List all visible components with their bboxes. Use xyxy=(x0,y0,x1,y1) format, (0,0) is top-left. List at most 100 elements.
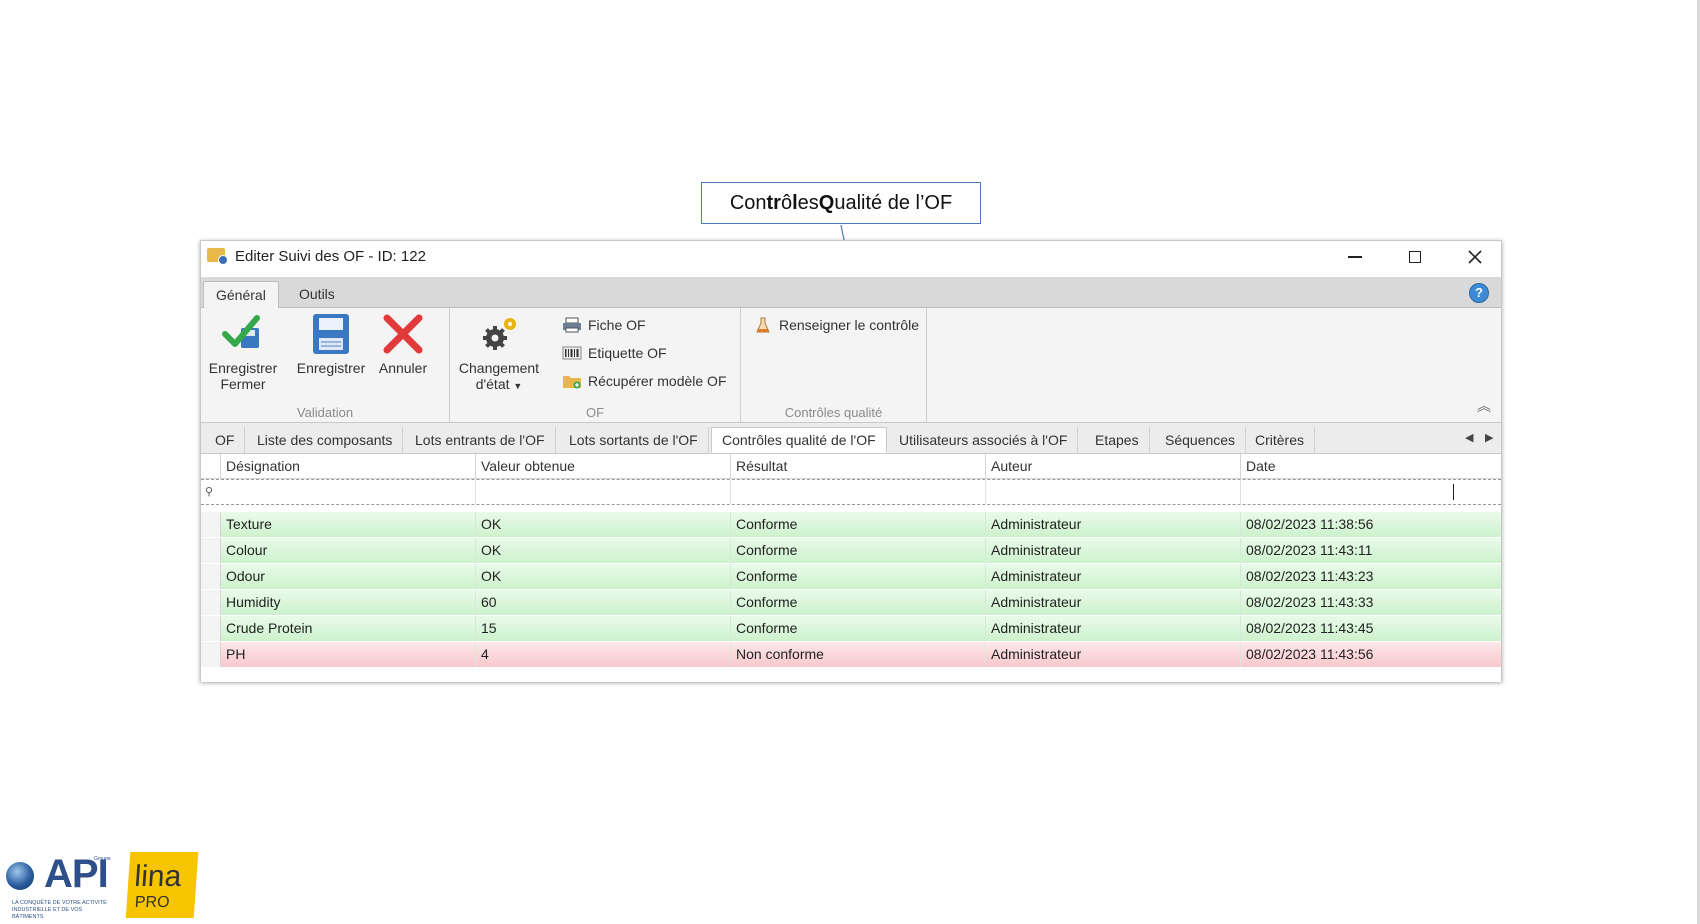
title-bar: Editer Suivi des OF - ID: 122 xyxy=(201,241,1501,273)
change-state-button[interactable]: Changement d'état ▼ xyxy=(456,312,542,394)
table-row[interactable]: Crude Protein 15 Conforme Administrateur… xyxy=(201,616,1501,641)
filter-row: ⚲ xyxy=(201,479,1501,505)
cell-resultat: Conforme xyxy=(731,616,986,641)
save-button[interactable]: Enregistrer xyxy=(293,312,369,376)
api-globe-icon xyxy=(6,862,34,890)
renseigner-controle-label: Renseigner le contrôle xyxy=(779,317,920,333)
cell-auteur: Administrateur xyxy=(986,564,1241,589)
save-icon xyxy=(313,314,349,354)
table-row[interactable]: Colour OK Conforme Administrateur 08/02/… xyxy=(201,538,1501,563)
save-close-label-1: Enregistrer xyxy=(208,360,278,376)
api-logo-tagline: LA CONQUÊTE DE VOTRE ACTIVITÉ INDUSTRIEL… xyxy=(12,900,107,920)
tab-general[interactable]: Général xyxy=(203,281,279,308)
callout-b1: tr xyxy=(766,191,781,214)
cell-resultat: Conforme xyxy=(731,590,986,615)
col-resultat[interactable]: Résultat xyxy=(731,454,986,478)
tabs-prev-icon[interactable]: ◀ xyxy=(1465,431,1473,444)
subtab-lots-entrants[interactable]: Lots entrants de l'OF xyxy=(405,427,556,453)
filter-valeur-input[interactable] xyxy=(476,480,731,504)
table-row[interactable]: Humidity 60 Conforme Administrateur 08/0… xyxy=(201,590,1501,615)
table-row[interactable]: Odour OK Conforme Administrateur 08/02/2… xyxy=(201,564,1501,589)
save-close-button[interactable]: Enregistrer Fermer xyxy=(207,312,279,392)
cell-designation: Odour xyxy=(221,564,476,589)
subtab-lots-sortants[interactable]: Lots sortants de l'OF xyxy=(559,427,709,453)
filter-date-input[interactable] xyxy=(1241,480,1501,504)
cancel-button[interactable]: Annuler xyxy=(373,312,433,376)
renseigner-controle-button[interactable]: Renseigner le contrôle xyxy=(753,314,919,336)
folder-add-icon xyxy=(563,376,581,389)
header-indicator xyxy=(201,454,221,478)
col-valeur-obtenue[interactable]: Valeur obtenue xyxy=(476,454,731,478)
text-caret xyxy=(1453,484,1454,500)
save-close-label-2: Fermer xyxy=(220,376,266,392)
subtabs: OF Liste des composants Lots entrants de… xyxy=(201,423,1501,454)
subtab-of[interactable]: OF xyxy=(205,427,246,453)
callout-b3: Q xyxy=(818,191,835,214)
editor-window: Editer Suivi des OF - ID: 122 Général Ou… xyxy=(200,240,1502,682)
subtab-utilisateurs-associes[interactable]: Utilisateurs associés à l'OF xyxy=(889,427,1079,453)
maximize-button[interactable] xyxy=(1385,241,1445,273)
fiche-of-button[interactable]: Fiche OF xyxy=(562,314,646,336)
close-button[interactable] xyxy=(1445,241,1505,273)
cell-date: 08/02/2023 11:43:33 xyxy=(1246,594,1374,610)
cell-auteur: Administrateur xyxy=(986,590,1241,615)
col-date[interactable]: Date xyxy=(1241,454,1501,478)
row-indicator xyxy=(201,642,221,667)
cell-valeur: 4 xyxy=(476,642,731,667)
minimize-button[interactable] xyxy=(1325,241,1385,273)
lina-pro-logo: lina PRO xyxy=(125,852,199,918)
cell-resultat: Conforme xyxy=(731,512,986,537)
callout-rest: ualité de l’OF xyxy=(834,191,953,214)
col-auteur[interactable]: Auteur xyxy=(986,454,1241,478)
cell-date: 08/02/2023 11:38:56 xyxy=(1246,516,1374,532)
cell-valeur: OK xyxy=(476,538,731,563)
change-state-label-2: d'état ▼ xyxy=(476,376,523,394)
cell-auteur: Administrateur xyxy=(986,512,1241,537)
barcode-icon xyxy=(562,346,582,360)
recuperer-modele-label: Récupérer modèle OF xyxy=(588,373,727,389)
etiquette-of-label: Etiquette OF xyxy=(588,345,667,361)
filter-resultat-input[interactable] xyxy=(731,480,986,504)
callout-pre: Con xyxy=(729,191,767,214)
subtab-etapes[interactable]: Etapes xyxy=(1085,427,1150,453)
filter-designation-input[interactable] xyxy=(221,480,476,504)
subtab-sequences[interactable]: Séquences xyxy=(1155,427,1247,453)
collapse-ribbon-icon[interactable]: ︽ xyxy=(1477,396,1491,416)
cell-valeur: OK xyxy=(476,512,731,537)
cell-resultat: Conforme xyxy=(731,564,986,589)
recuperer-modele-button[interactable]: Récupérer modèle OF xyxy=(562,370,727,392)
printer-icon xyxy=(563,317,581,333)
dropdown-caret-icon: ▼ xyxy=(513,381,523,391)
col-designation[interactable]: Désignation xyxy=(221,454,476,478)
cell-designation: Colour xyxy=(221,538,476,563)
callout-label: Con tr ô l es Qualité de l’OF xyxy=(701,182,981,224)
folder-icon xyxy=(207,248,228,265)
cell-date: 08/02/2023 11:43:11 xyxy=(1246,542,1373,558)
group-label-of: OF xyxy=(585,405,605,420)
save-close-icon xyxy=(222,315,260,348)
minimize-icon xyxy=(1348,256,1362,258)
api-logo: API Groupe LA CONQUÊTE DE VOTRE ACTIVITÉ… xyxy=(6,852,111,920)
tab-outils[interactable]: Outils xyxy=(287,281,347,307)
subtab-liste-composants[interactable]: Liste des composants xyxy=(247,427,404,453)
group-validation: Enregistrer Fermer Enregistrer Annuler V… xyxy=(201,308,450,422)
row-indicator xyxy=(201,564,221,589)
cell-date: 08/02/2023 11:43:23 xyxy=(1246,568,1374,584)
cell-designation: Crude Protein xyxy=(221,616,476,641)
row-indicator xyxy=(201,512,221,537)
subtab-controles-qualite[interactable]: Contrôles qualité de l'OF xyxy=(711,427,887,453)
group-label-controles-qualite: Contrôles qualité xyxy=(784,405,883,420)
cancel-label: Annuler xyxy=(378,360,428,376)
change-state-label-1: Changement xyxy=(458,360,540,376)
cell-auteur: Administrateur xyxy=(986,538,1241,563)
filter-pin-icon: ⚲ xyxy=(205,486,214,498)
table-row[interactable]: Texture OK Conforme Administrateur 08/02… xyxy=(201,512,1501,537)
help-icon[interactable]: ? xyxy=(1469,283,1489,303)
fiche-of-label: Fiche OF xyxy=(588,317,646,333)
tabs-next-icon[interactable]: ▶ xyxy=(1485,431,1493,444)
etiquette-of-button[interactable]: Etiquette OF xyxy=(562,342,667,364)
table-row[interactable]: PH 4 Non conforme Administrateur 08/02/2… xyxy=(201,642,1501,667)
subtab-criteres[interactable]: Critères xyxy=(1245,427,1316,453)
filter-auteur-input[interactable] xyxy=(986,480,1241,504)
gears-icon xyxy=(483,318,516,350)
